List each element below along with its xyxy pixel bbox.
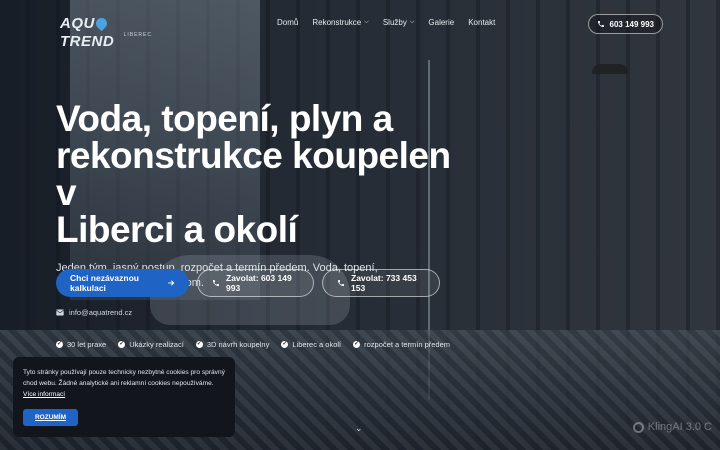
phone-icon [337,279,345,287]
quote-request-label: Chci nezávaznou kalkulaci [70,273,139,293]
feature-item: ✓ Ukázky realizací [118,340,184,349]
feature-item: ✓ rozpočet a termín předem [353,340,451,349]
arrow-right-icon [167,279,175,287]
cookie-banner: Tyto stránky používají pouze technicky n… [13,357,235,437]
hero-title-line-2: rekonstrukce koupelen v [56,135,451,213]
email-label: info@aquatrend.cz [69,308,133,317]
nav-item-sluzby[interactable]: Služby ⌵ [383,18,415,27]
check-circle-icon: ✓ [195,341,203,348]
call-button-2-label: Zavolat: 733 453 153 [351,273,417,293]
check-circle-icon: ✓ [353,341,361,348]
hero-title-line-3: Liberci a okolí [56,209,298,250]
nav-item-galerie[interactable]: Galerie [428,18,454,27]
background-shower-head [592,64,628,74]
email-link[interactable]: info@aquatrend.cz [56,308,132,317]
watermark-text: KlingAI 3.0 C [647,421,712,433]
hero-section: Voda, topení, plyn a rekonstrukce koupel… [56,100,476,291]
phone-icon [212,279,220,287]
scroll-down-chevron-icon[interactable]: ⌄ [355,423,363,434]
mail-icon [56,309,64,316]
header-phone-button[interactable]: 603 149 993 [587,14,663,34]
logo-wordmark: AQUTREND [60,15,115,50]
phone-icon [597,20,605,28]
check-circle-icon: ✓ [281,341,289,348]
header-phone-label: 603 149 993 [609,19,655,29]
main-nav: Domů Rekonstrukce ⌵ Služby ⌵ Galerie Konta… [277,18,495,27]
call-button-1[interactable]: Zavolat: 603 149 993 [197,269,314,297]
cookie-accept-button[interactable]: ROZUMÍM [23,409,78,426]
klingai-logo-icon [632,421,644,433]
feature-item: ✓ 30 let praxe [56,340,107,349]
water-drop-icon [93,15,110,32]
hero-title-line-1: Voda, topení, plyn a [56,98,393,139]
hero-title: Voda, topení, plyn a rekonstrukce koupel… [56,100,476,248]
call-button-1-label: Zavolat: 603 149 993 [226,273,292,293]
cookie-more-info-link[interactable]: Více informací [23,391,65,398]
watermark: KlingAI 3.0 C [632,421,712,433]
check-circle-icon: ✓ [118,341,126,348]
site-header: AQUTREND LIBEREC Domů Rekonstrukce ⌵ Služ… [0,0,720,50]
nav-item-rekonstrukce[interactable]: Rekonstrukce ⌵ [312,18,368,27]
nav-item-kontakt[interactable]: Kontakt [468,18,495,27]
chevron-down-icon: ⌵ [364,19,369,25]
hero-cta-group: Chci nezávaznou kalkulaci Zavolat: 603 1… [56,269,440,297]
cookie-text: Tyto stránky používají pouze technicky n… [23,369,225,398]
feature-item: ✓ Liberec a okolí [281,340,342,349]
logo-subtitle: LIBEREC [123,32,152,38]
logo[interactable]: AQUTREND LIBEREC [60,15,156,50]
chevron-down-icon: ⌵ [409,19,415,25]
feature-item: ✓ 3D návrh koupelny [195,340,270,349]
quote-request-button[interactable]: Chci nezávaznou kalkulaci [56,269,189,297]
call-button-2[interactable]: Zavolat: 733 453 153 [322,269,440,297]
feature-list: ✓ 30 let praxe ✓ Ukázky realizací ✓ 3D návr… [56,340,450,349]
nav-item-domu[interactable]: Domů [277,18,298,27]
check-circle-icon: ✓ [56,341,63,348]
